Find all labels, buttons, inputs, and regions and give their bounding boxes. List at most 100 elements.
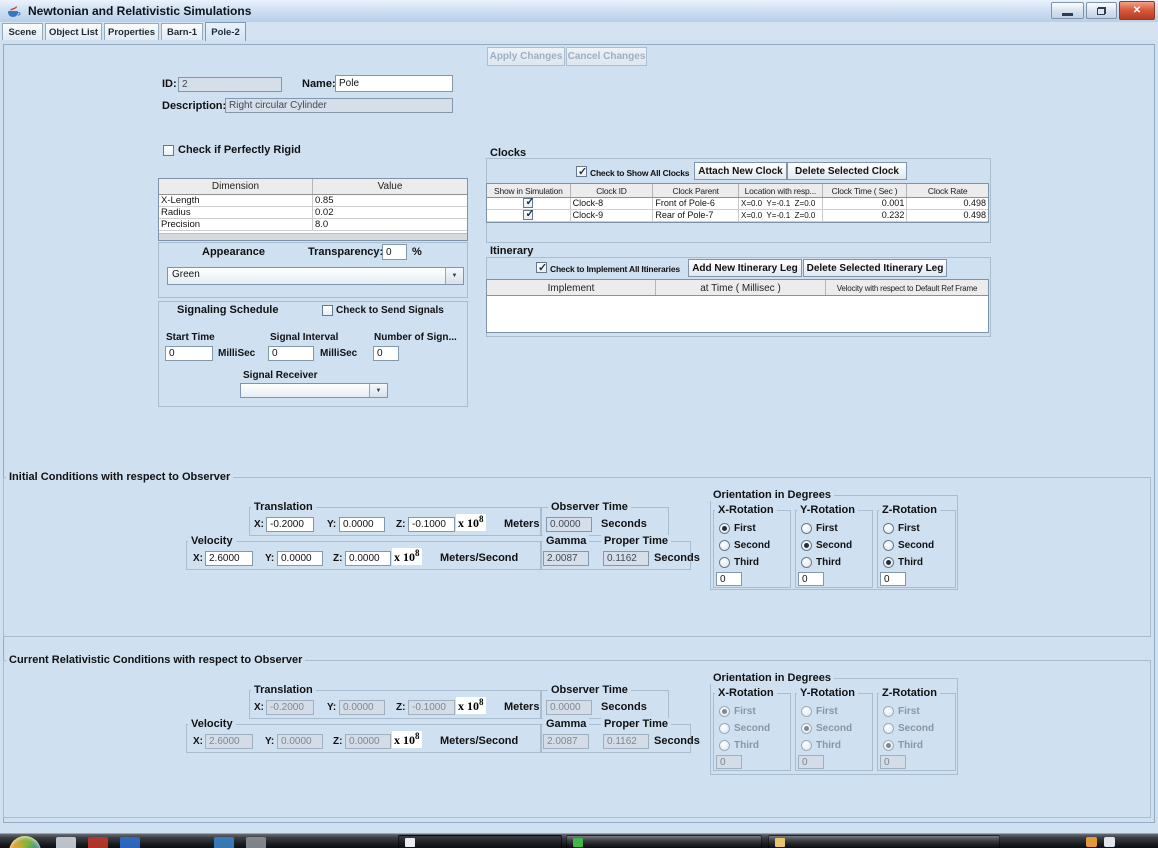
initial-velocity-x-field[interactable] bbox=[205, 551, 253, 566]
tab-scene[interactable]: Scene bbox=[2, 23, 43, 40]
initial-velocity-z-field[interactable] bbox=[345, 551, 391, 566]
tab-barn-1[interactable]: Barn-1 bbox=[161, 23, 203, 40]
delete-selected-clock-button[interactable]: Delete Selected Clock bbox=[787, 162, 907, 180]
clock-row[interactable]: Clock-9 Rear of Pole-7 X=0.0 Y=-0.1 Z=0.… bbox=[487, 210, 988, 222]
radio-label: First bbox=[816, 706, 838, 717]
restore-button[interactable] bbox=[1086, 2, 1117, 19]
start-button[interactable] bbox=[9, 836, 41, 848]
initial-translation-y-field[interactable] bbox=[339, 517, 385, 532]
clock-time-cell: 0.001 bbox=[823, 198, 908, 209]
initial-translation-z-field[interactable] bbox=[408, 517, 455, 532]
proper-time-label: Proper Time bbox=[601, 535, 671, 547]
quick-launch-icon[interactable] bbox=[120, 837, 140, 848]
millisec-label: MilliSec bbox=[320, 348, 357, 359]
id-label: ID: bbox=[162, 78, 177, 90]
times-ten-to-eighth-label: x 108 bbox=[392, 731, 422, 748]
x-rotation-label: X-Rotation bbox=[715, 687, 777, 699]
times-ten-to-eighth-label: x 108 bbox=[392, 548, 422, 565]
z-rotation-degrees-field[interactable] bbox=[880, 572, 906, 586]
start-time-field[interactable] bbox=[165, 346, 213, 361]
signal-interval-field[interactable] bbox=[268, 346, 314, 361]
add-itinerary-leg-button[interactable]: Add New Itinerary Leg bbox=[688, 259, 802, 277]
radio-label: First bbox=[816, 523, 838, 534]
z-rotation-first-radio[interactable] bbox=[883, 523, 894, 534]
name-field[interactable] bbox=[335, 75, 453, 92]
y-rotation-first-radio bbox=[801, 706, 812, 717]
x-rotation-first-radio[interactable] bbox=[719, 523, 730, 534]
tab-pole-2[interactable]: Pole-2 bbox=[205, 22, 246, 41]
chevron-down-icon[interactable] bbox=[445, 268, 463, 284]
signaling-schedule-label: Signaling Schedule bbox=[177, 304, 278, 316]
window-title: Newtonian and Relativistic Simulations bbox=[28, 0, 251, 22]
x-label: X: bbox=[193, 553, 203, 564]
x-rotation-degrees-field[interactable] bbox=[716, 572, 742, 586]
y-rotation-label: Y-Rotation bbox=[797, 687, 858, 699]
radio-label: Second bbox=[816, 723, 852, 734]
radio-label: Third bbox=[898, 740, 923, 751]
meters-per-second-label: Meters/Second bbox=[440, 552, 518, 564]
y-rotation-first-radio[interactable] bbox=[801, 523, 812, 534]
show-in-simulation-checkbox[interactable] bbox=[523, 210, 533, 220]
quick-launch-icon[interactable] bbox=[214, 837, 234, 848]
dim-name-cell: Radius bbox=[159, 207, 313, 218]
z-rotation-second-radio[interactable] bbox=[883, 540, 894, 551]
show-in-simulation-checkbox[interactable] bbox=[523, 198, 533, 208]
z-rotation-third-radio[interactable] bbox=[883, 557, 894, 568]
current-gamma-field: 2.0087 bbox=[543, 734, 589, 749]
attach-new-clock-button[interactable]: Attach New Clock bbox=[694, 162, 787, 180]
id-field: 2 bbox=[178, 77, 282, 92]
y-rotation-degrees-field[interactable] bbox=[798, 572, 824, 586]
implement-all-itineraries-checkbox[interactable] bbox=[536, 262, 547, 273]
cancel-changes-button: Cancel Changes bbox=[566, 47, 647, 66]
y-rotation-second-radio[interactable] bbox=[801, 540, 812, 551]
clock-id-cell: Clock-9 bbox=[571, 210, 654, 221]
transparency-field[interactable] bbox=[382, 244, 407, 260]
times-ten-to-eighth-label: x 108 bbox=[456, 697, 486, 714]
tray-icon[interactable] bbox=[1086, 837, 1097, 847]
send-signals-checkbox[interactable] bbox=[322, 305, 333, 316]
quick-launch-icon[interactable] bbox=[56, 837, 76, 848]
delete-itinerary-leg-button[interactable]: Delete Selected Itinerary Leg bbox=[803, 259, 947, 277]
current-velocity-x-field: 2.6000 bbox=[205, 734, 253, 749]
y-rotation-third-radio[interactable] bbox=[801, 557, 812, 568]
y-label: Y: bbox=[265, 736, 274, 747]
minimize-button[interactable] bbox=[1051, 2, 1084, 19]
signal-receiver-combobox[interactable] bbox=[240, 383, 388, 398]
y-rotation-label: Y-Rotation bbox=[797, 504, 858, 516]
apply-changes-button: Apply Changes bbox=[487, 47, 565, 66]
start-time-label: Start Time bbox=[166, 332, 215, 343]
taskbar-window[interactable] bbox=[768, 835, 1000, 848]
z-label: Z: bbox=[396, 702, 405, 713]
x-rotation-second-radio[interactable] bbox=[719, 540, 730, 551]
number-of-signals-field[interactable] bbox=[373, 346, 399, 361]
tab-label: Scene bbox=[9, 27, 37, 38]
quick-launch-icon[interactable] bbox=[246, 837, 266, 848]
clock-row[interactable]: Clock-8 Front of Pole-6 X=0.0 Y=-0.1 Z=0… bbox=[487, 198, 988, 210]
tab-object-list[interactable]: Object List bbox=[45, 23, 102, 40]
clock-rate-cell: 0.498 bbox=[907, 210, 988, 221]
current-velocity-y-field: 0.0000 bbox=[277, 734, 323, 749]
z-rotation-label: Z-Rotation bbox=[879, 687, 940, 699]
tray-icon[interactable] bbox=[1104, 837, 1115, 847]
initial-translation-x-field[interactable] bbox=[266, 517, 314, 532]
initial-velocity-y-field[interactable] bbox=[277, 551, 323, 566]
taskbar-window-active[interactable] bbox=[398, 835, 562, 848]
table-row[interactable]: Precision 8.0 bbox=[159, 219, 467, 231]
close-button[interactable]: ✕ bbox=[1119, 1, 1155, 20]
table-row[interactable]: X-Length 0.85 bbox=[159, 195, 467, 207]
show-all-clocks-checkbox[interactable] bbox=[576, 166, 587, 177]
perfectly-rigid-checkbox[interactable] bbox=[163, 145, 174, 156]
windows-taskbar bbox=[0, 833, 1158, 848]
chevron-down-icon[interactable] bbox=[369, 384, 387, 397]
taskbar-window[interactable] bbox=[566, 835, 762, 848]
table-row[interactable]: Radius 0.02 bbox=[159, 207, 467, 219]
meters-per-second-label: Meters/Second bbox=[440, 735, 518, 747]
tab-properties[interactable]: Properties bbox=[104, 23, 159, 40]
x-label: X: bbox=[254, 702, 264, 713]
x-rotation-third-radio[interactable] bbox=[719, 557, 730, 568]
color-combobox[interactable]: Green bbox=[167, 267, 464, 285]
quick-launch-icon[interactable] bbox=[88, 837, 108, 848]
y-rotation-third-radio bbox=[801, 740, 812, 751]
itinerary-col-header: at Time ( Millisec ) bbox=[656, 280, 826, 295]
implement-all-itineraries-label: Check to Implement All Itineraries bbox=[550, 264, 680, 274]
